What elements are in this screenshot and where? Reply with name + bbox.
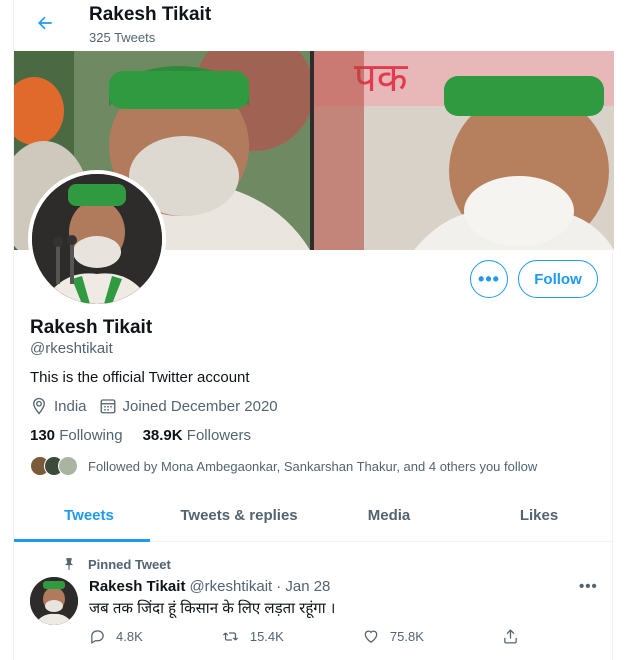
- tab-tweets[interactable]: Tweets: [14, 489, 164, 542]
- like-count: 75.8K: [389, 629, 424, 644]
- profile-tabs: Tweets Tweets & replies Media Likes: [14, 489, 614, 542]
- calendar-icon: [100, 399, 115, 414]
- follow-stats: 130 Following 38.9K Followers: [30, 427, 271, 444]
- location: India: [30, 397, 87, 415]
- retweet-icon: [222, 632, 238, 641]
- profile-handle: @rkeshtikait: [30, 340, 113, 357]
- reply-icon: [91, 630, 104, 645]
- back-arrow-icon: [38, 16, 52, 30]
- more-options-button[interactable]: •••: [470, 260, 508, 298]
- tab-tweets-replies[interactable]: Tweets & replies: [164, 489, 314, 541]
- pinned-indicator: Pinned Tweet: [62, 556, 171, 572]
- reply-button[interactable]: 4.8K: [89, 628, 143, 645]
- back-button[interactable]: [30, 8, 60, 38]
- tweet-header: Rakesh Tikait @rkeshtikait · Jan 28: [89, 578, 330, 595]
- followers-count: 38.9K: [142, 427, 183, 444]
- location-icon: [33, 397, 45, 415]
- share-icon: [504, 629, 517, 644]
- profile-column: Rakesh Tikait 325 Tweets पक ••• Follow R…: [13, 0, 614, 660]
- pinned-label: Pinned Tweet: [88, 556, 171, 572]
- location-text: India: [54, 397, 87, 415]
- top-bar: Rakesh Tikait 325 Tweets: [14, 0, 614, 50]
- retweet-count: 15.4K: [249, 629, 284, 644]
- followed-by-text: Followed by Mona Ambegaonkar, Sankarshan…: [88, 458, 538, 474]
- join-date-text: Joined December 2020: [122, 397, 278, 415]
- followed-by[interactable]: Followed by Mona Ambegaonkar, Sankarshan…: [30, 456, 537, 476]
- followers-link[interactable]: 38.9K Followers: [143, 427, 251, 444]
- follower-avatar: [58, 456, 78, 476]
- tab-media[interactable]: Media: [314, 489, 464, 541]
- tweet-avatar[interactable]: [30, 577, 78, 625]
- tweet-date[interactable]: · Jan 28: [276, 578, 330, 595]
- like-button[interactable]: 75.8K: [362, 628, 424, 645]
- tweet-actions: 4.8K 15.4K 75.8K: [89, 628, 529, 645]
- tweet-handle: @rkeshtikait: [189, 578, 273, 595]
- followers-label: Followers: [186, 427, 251, 444]
- banner-photo-right: पक: [314, 51, 614, 250]
- avatar-photo: [32, 174, 162, 304]
- tweet-more-button[interactable]: •••: [579, 578, 598, 595]
- header-title: Rakesh Tikait: [89, 4, 212, 25]
- like-icon: [364, 630, 378, 643]
- profile-avatar[interactable]: [28, 170, 166, 308]
- join-date: Joined December 2020: [99, 397, 278, 415]
- tab-likes[interactable]: Likes: [464, 489, 614, 541]
- following-count: 130: [30, 427, 56, 444]
- profile-meta: India Joined December 2020: [30, 397, 290, 415]
- tweet-count: 325 Tweets: [89, 30, 156, 45]
- follow-button[interactable]: Follow: [518, 260, 598, 298]
- following-label: Following: [59, 427, 123, 444]
- tweet-avatar-photo: [30, 577, 78, 625]
- reply-count: 4.8K: [116, 629, 143, 644]
- tweet-text: जब तक जिंदा हूं किसान के लिए लड़ता रहूंग…: [89, 600, 336, 617]
- retweet-button[interactable]: 15.4K: [221, 628, 284, 645]
- tweet-author[interactable]: Rakesh Tikait: [89, 578, 185, 595]
- pin-icon: [64, 558, 74, 570]
- profile-name: Rakesh Tikait: [30, 317, 153, 338]
- following-link[interactable]: 130 Following: [30, 427, 123, 444]
- profile-bio: This is the official Twitter account: [30, 369, 250, 386]
- share-button[interactable]: [502, 628, 529, 645]
